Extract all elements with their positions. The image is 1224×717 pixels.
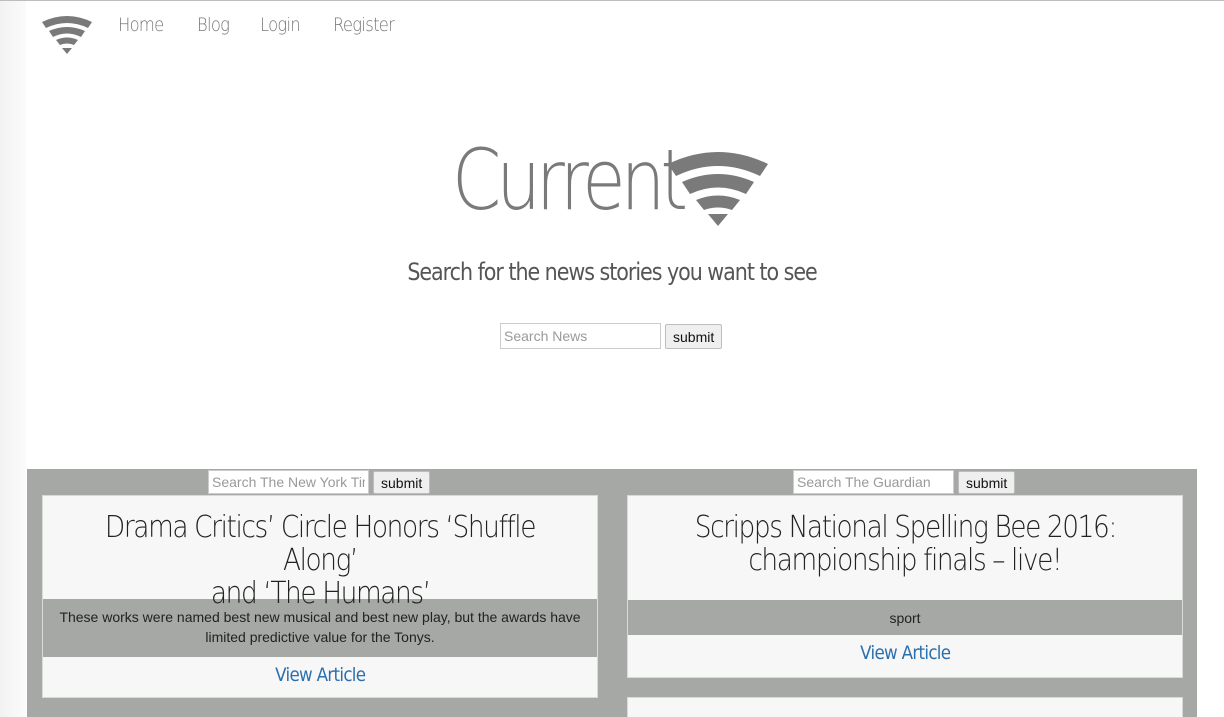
top-nav: Home Blog Login Register (40, 12, 430, 56)
search-news-input[interactable] (500, 323, 661, 349)
article-card (627, 697, 1183, 717)
news-feeds-panel: submit Drama Critics’ Circle Honors ‘Shu… (27, 469, 1197, 717)
top-border (0, 0, 1224, 1)
nav-link-login[interactable]: Login (260, 14, 301, 36)
view-article-link[interactable]: View Article (628, 635, 1182, 677)
hero-tagline: Search for the news stories you want to … (0, 258, 1224, 286)
nav-link-blog[interactable]: Blog (197, 14, 230, 36)
view-article-label: View Article (859, 642, 951, 664)
hero-logo: Current (452, 132, 782, 228)
search-submit-button[interactable]: submit (665, 324, 723, 349)
article-title-line: Drama Critics’ Circle Honors ‘Shuffle Al… (104, 510, 537, 578)
article-card: Drama Critics’ Circle Honors ‘Shuffle Al… (42, 495, 598, 698)
news-search-form: submit (500, 323, 723, 349)
article-title-line: Scripps National Spelling Bee 2016: (694, 510, 1117, 545)
wifi-signal-icon (668, 152, 768, 226)
search-guardian-input[interactable] (793, 470, 954, 494)
article-title: Drama Critics’ Circle Honors ‘Shuffle Al… (43, 496, 597, 610)
article-card: Scripps National Spelling Bee 2016: cham… (627, 495, 1183, 678)
search-nyt-input[interactable] (208, 470, 369, 494)
article-title: Scripps National Spelling Bee 2016: cham… (628, 496, 1182, 600)
article-description: sport (628, 600, 1182, 635)
nav-links: Home Blog Login Register (118, 14, 430, 36)
article-title-line: championship finals – live! (748, 543, 1063, 578)
nyt-submit-button[interactable]: submit (373, 471, 431, 494)
guardian-submit-button[interactable]: submit (958, 471, 1016, 494)
wifi-signal-icon[interactable] (40, 14, 94, 56)
page-left-shade (0, 0, 26, 717)
nav-link-register[interactable]: Register (333, 14, 395, 36)
tagline-text: Search for the news stories you want to … (407, 258, 817, 286)
view-article-link[interactable]: View Article (43, 657, 597, 697)
feed-search-form: submit (208, 470, 431, 494)
view-article-label: View Article (274, 664, 366, 686)
brand-name: Current (452, 131, 688, 229)
nav-link-home[interactable]: Home (118, 14, 164, 36)
article-title-line: and ‘The Humans’ (210, 576, 431, 611)
feed-search-form: submit (793, 470, 1016, 494)
